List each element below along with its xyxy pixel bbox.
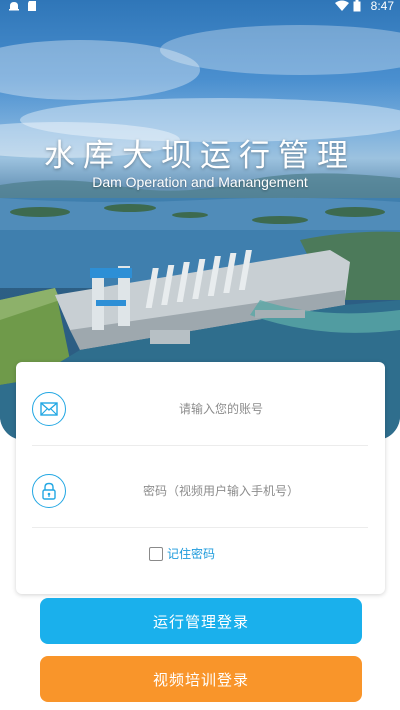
checkbox-box[interactable] <box>149 546 163 561</box>
status-time: 8:47 <box>370 0 394 13</box>
sd-card-icon <box>26 0 38 12</box>
video-training-login-button[interactable]: 视频培训登录 <box>40 656 362 702</box>
remember-password-checkbox[interactable]: 记住密码 <box>149 545 215 562</box>
notification-icon <box>8 0 20 12</box>
battery-icon <box>353 0 365 12</box>
login-card: 记住密码 <box>16 362 385 594</box>
wifi-icon <box>334 0 349 12</box>
password-field <box>32 456 368 528</box>
app-subtitle: Dam Operation and Manangement <box>92 174 308 190</box>
mail-icon <box>32 392 66 426</box>
operation-login-button[interactable]: 运行管理登录 <box>40 598 362 644</box>
lock-icon <box>32 474 66 508</box>
app-title: 水库大坝运行管理 <box>44 138 356 174</box>
remember-password-label: 记住密码 <box>167 547 216 561</box>
account-field <box>32 374 368 446</box>
status-bar: 8:47 <box>0 0 400 14</box>
account-input[interactable] <box>86 392 356 426</box>
password-input[interactable] <box>86 474 356 508</box>
